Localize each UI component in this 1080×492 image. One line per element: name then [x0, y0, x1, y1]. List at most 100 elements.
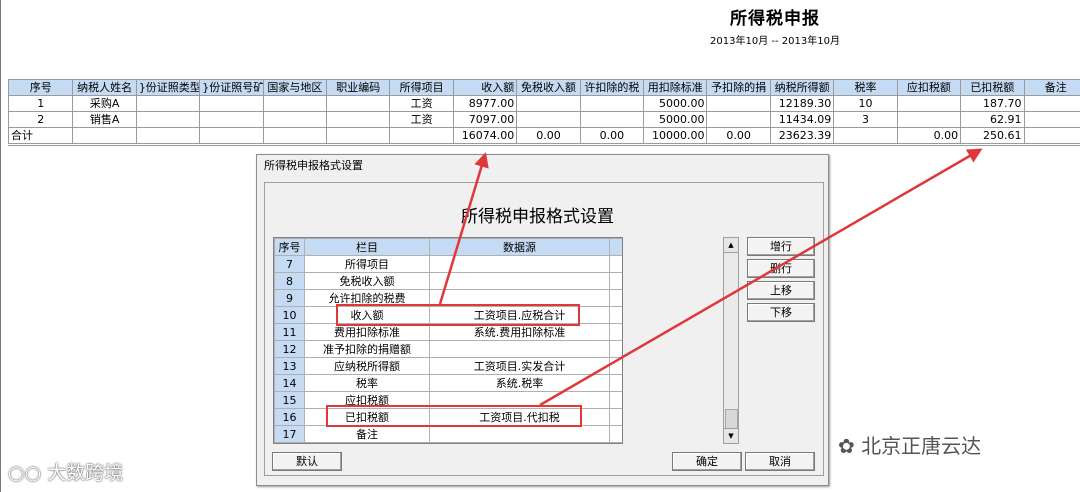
grid-row[interactable]: 14 税率 系统.税率 — [274, 374, 622, 392]
cell-name[interactable]: 采购A — [72, 95, 137, 112]
cell[interactable] — [262, 111, 328, 128]
table-row[interactable]: 1 采购A 工资 8977.00 5000.00 12189.30 10 187… — [7, 95, 1080, 112]
cell-tax-rate[interactable]: 3 — [833, 111, 898, 128]
grid-field[interactable]: 税率 — [304, 374, 430, 392]
cell[interactable] — [706, 111, 771, 128]
grid-field[interactable]: 费用扣除标准 — [304, 323, 430, 341]
cell-deduction-standard[interactable]: 5000.00 — [643, 111, 708, 128]
cell-total-income[interactable]: 16074.00 — [452, 127, 518, 144]
cell-income-item[interactable]: 工资 — [389, 95, 454, 112]
cell-taxable-income[interactable]: 12189.30 — [769, 95, 835, 112]
grid-extra[interactable] — [609, 425, 622, 443]
grid-field[interactable]: 备注 — [304, 425, 430, 443]
column-header[interactable]: 应扣税额 — [896, 79, 962, 96]
cell-total[interactable]: 0.00 — [579, 127, 645, 144]
cell-taxable-income[interactable]: 11434.09 — [769, 111, 835, 128]
delete-row-button[interactable]: 删行 — [747, 259, 815, 278]
grid-field[interactable]: 准予扣除的捐赠额 — [304, 340, 430, 358]
cell[interactable] — [72, 127, 137, 144]
cell-income[interactable]: 8977.00 — [452, 95, 518, 112]
grid-row[interactable]: 8 免税收入额 — [274, 272, 622, 290]
grid-extra[interactable] — [609, 272, 622, 290]
scroll-up-arrow-icon[interactable]: ▲ — [724, 238, 738, 253]
grid-extra[interactable] — [609, 306, 622, 324]
scroll-thumb[interactable] — [725, 409, 738, 429]
cell[interactable] — [135, 127, 201, 144]
cell-income-item[interactable]: 工资 — [389, 111, 454, 128]
cell-total[interactable]: 0.00 — [706, 127, 771, 144]
grid-row[interactable]: 7 所得项目 — [274, 255, 622, 273]
move-up-button[interactable]: 上移 — [747, 281, 815, 300]
column-header[interactable]: }份证照类型 — [135, 79, 201, 96]
grid-field[interactable]: 免税收入额 — [304, 272, 430, 290]
grid-extra[interactable] — [609, 323, 622, 341]
grid-extra[interactable] — [609, 340, 622, 358]
cell[interactable] — [326, 95, 391, 112]
grid-field[interactable]: 所得项目 — [304, 255, 430, 273]
cell-seq[interactable]: 1 — [7, 95, 74, 112]
cell[interactable] — [1023, 127, 1080, 144]
cell[interactable] — [896, 95, 962, 112]
cell[interactable] — [516, 111, 581, 128]
cell-tax-withheld[interactable]: 187.70 — [960, 95, 1025, 112]
grid-source[interactable] — [429, 425, 610, 443]
column-header[interactable]: 予扣除的捐 — [706, 79, 771, 96]
cell[interactable] — [579, 95, 645, 112]
grid-source[interactable]: 系统.费用扣除标准 — [429, 323, 610, 341]
grid-extra[interactable] — [609, 357, 622, 375]
column-header[interactable]: 用扣除标准 — [643, 79, 708, 96]
column-header[interactable]: 国家与地区 — [262, 79, 328, 96]
cell[interactable] — [262, 127, 328, 144]
cell[interactable] — [1023, 111, 1080, 128]
grid-source[interactable] — [429, 272, 610, 290]
grid-row[interactable]: 17 备注 — [274, 425, 622, 443]
cell[interactable] — [706, 95, 771, 112]
column-header[interactable]: 备注 — [1023, 79, 1080, 96]
grid-row[interactable]: 13 应纳税所得额 工资项目.实发合计 — [274, 357, 622, 375]
cell-total-tax-withheld[interactable]: 250.61 — [960, 127, 1025, 144]
cell[interactable] — [199, 111, 264, 128]
column-header[interactable]: 免税收入额 — [516, 79, 581, 96]
cell[interactable] — [135, 111, 201, 128]
cell-total-label[interactable]: 合计 — [7, 127, 74, 144]
grid-extra[interactable] — [609, 289, 622, 307]
grid-source[interactable] — [429, 255, 610, 273]
total-row[interactable]: 合计 16074.00 0.00 0.00 10000.00 0.00 2362… — [7, 127, 1080, 144]
grid-source[interactable]: 系统.税率 — [429, 374, 610, 392]
column-header[interactable]: }份证照号矿 — [199, 79, 264, 96]
cell[interactable] — [135, 95, 201, 112]
cell-total[interactable]: 0.00 — [896, 127, 962, 144]
scroll-down-arrow-icon[interactable]: ▼ — [724, 428, 738, 443]
cell-total[interactable]: 0.00 — [516, 127, 581, 144]
table-row[interactable]: 2 销售A 工资 7097.00 5000.00 11434.09 3 62.9… — [7, 111, 1080, 128]
grid-row[interactable]: 11 费用扣除标准 系统.费用扣除标准 — [274, 323, 622, 341]
column-header[interactable]: 许扣除的税 — [579, 79, 645, 96]
ok-button[interactable]: 确定 — [672, 452, 742, 471]
grid-extra[interactable] — [609, 408, 622, 426]
cell-tax-withheld[interactable]: 62.91 — [960, 111, 1025, 128]
add-row-button[interactable]: 增行 — [747, 237, 815, 256]
cell-name[interactable]: 销售A — [72, 111, 137, 128]
grid-source[interactable]: 工资项目.实发合计 — [429, 357, 610, 375]
cell[interactable] — [262, 95, 328, 112]
column-header[interactable]: 纳税所得额 — [769, 79, 835, 96]
column-header[interactable]: 职业编码 — [326, 79, 391, 96]
cancel-button[interactable]: 取消 — [745, 452, 815, 471]
column-header[interactable]: 所得项目 — [389, 79, 454, 96]
cell-tax-rate[interactable]: 10 — [833, 95, 898, 112]
column-header[interactable]: 序号 — [7, 79, 74, 96]
grid-row[interactable]: 12 准予扣除的捐赠额 — [274, 340, 622, 358]
grid-source[interactable] — [429, 340, 610, 358]
grid-field[interactable]: 应纳税所得额 — [304, 357, 430, 375]
cell[interactable] — [579, 111, 645, 128]
cell-total[interactable]: 23623.39 — [769, 127, 835, 144]
cell[interactable] — [1023, 95, 1080, 112]
cell-seq[interactable]: 2 — [7, 111, 74, 128]
column-header[interactable]: 已扣税额 — [960, 79, 1025, 96]
cell[interactable] — [199, 127, 264, 144]
default-button[interactable]: 默认 — [272, 452, 342, 471]
cell-total[interactable]: 10000.00 — [643, 127, 708, 144]
cell[interactable] — [833, 127, 898, 144]
grid-scrollbar[interactable]: ▲ ▼ — [723, 237, 739, 444]
grid-extra[interactable] — [609, 391, 622, 409]
